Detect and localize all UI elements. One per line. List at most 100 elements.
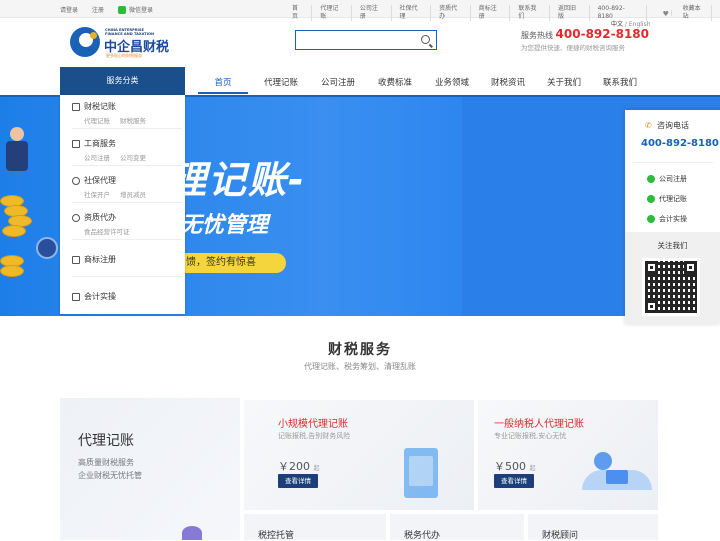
- service-card-tax-agency[interactable]: 税务代办: [390, 514, 524, 541]
- service-category-menu: 财税记账 代理记账 财税服务 工商服务 公司注册 公司变更 社保代理 社保开户 增员减…: [60, 95, 185, 314]
- nav-pricing[interactable]: 收费标准: [366, 76, 424, 94]
- banner-subline: 无忧管理: [180, 213, 269, 238]
- card-title: 财税顾问: [542, 531, 579, 541]
- consult-link-bookkeeping[interactable]: 代理记账: [647, 194, 687, 204]
- menu-divider: [72, 128, 182, 129]
- logo-english: CHINA ENTERPRISE FINANCE AND TAXATION: [105, 28, 155, 36]
- card-desc: 专业记账报税,安心无忧: [494, 432, 567, 440]
- menu-sub-link[interactable]: 代理记账: [84, 115, 110, 125]
- qr-pattern: [645, 261, 697, 313]
- logo-slogan: 更多贴心的财税服务: [106, 53, 142, 58]
- nav-bookkeeping[interactable]: 代理记账: [252, 76, 310, 94]
- service-card-tax-advisor[interactable]: 财税顾问: [528, 514, 658, 541]
- view-details-button[interactable]: 查看详情: [278, 474, 318, 488]
- search-input[interactable]: [295, 30, 437, 50]
- service-category-button[interactable]: 服务分类: [60, 67, 185, 95]
- wechat-login-link[interactable]: 微信登录: [118, 5, 153, 14]
- follow-us-label: 关注我们: [657, 241, 688, 250]
- phone-icon: ✆: [645, 120, 652, 130]
- menu-item-title: 商标注册: [84, 255, 116, 264]
- nav-contact[interactable]: 联系我们: [592, 76, 648, 94]
- menu-item-accounting-practice[interactable]: 会计实操: [72, 291, 182, 302]
- ledger-book-icon: [404, 448, 438, 498]
- consult-title: 咨询电话: [657, 121, 689, 130]
- nav-about[interactable]: 关于我们: [536, 76, 592, 94]
- top-link-old-version[interactable]: 返回旧版: [550, 5, 590, 21]
- card-title: 税控托管: [258, 531, 295, 541]
- globe-icon: [72, 213, 80, 222]
- coin-icon: [0, 265, 24, 277]
- top-link-contact[interactable]: 联系我们: [510, 5, 550, 21]
- pen-icon: [72, 292, 80, 301]
- logo-emblem-icon: [70, 27, 100, 57]
- qr-finder: [645, 261, 658, 274]
- service-card-general-taxpayer[interactable]: 一般纳税人代理记账 专业记账报税,安心无忧 ￥500 起 查看详情: [478, 400, 658, 510]
- consult-link-company-registration[interactable]: 公司注册: [647, 174, 687, 184]
- consult-phone[interactable]: 400-892-8180: [641, 138, 719, 149]
- nav-company-registration[interactable]: 公司注册: [310, 76, 366, 94]
- menu-sub-link[interactable]: 食品经营许可证: [84, 226, 130, 236]
- logo-dot: [90, 32, 97, 39]
- nav-business[interactable]: 业务领域: [424, 76, 480, 94]
- businessman-figure: [6, 141, 28, 171]
- top-link-social-security[interactable]: 社保代理: [392, 5, 432, 21]
- hotline-subtitle: 为您提供快速、便捷的财税咨询服务: [521, 44, 625, 52]
- trademark-icon: [72, 255, 80, 264]
- section-subtitle: 代理记账、税务筹划、清理乱账: [304, 362, 416, 371]
- search-icon[interactable]: [421, 35, 430, 44]
- site-logo[interactable]: CHINA ENTERPRISE FINANCE AND TAXATION 中企…: [70, 26, 180, 60]
- credit-card-icon: [606, 470, 628, 484]
- top-link-bookkeeping[interactable]: 代理记账: [312, 5, 352, 21]
- qr-code: [642, 258, 700, 316]
- service-card-small-scale[interactable]: 小规模代理记账 记账报税,告别财务风险 ￥200 起 查看详情: [244, 400, 474, 510]
- top-link-home[interactable]: 首页: [284, 5, 313, 21]
- favorite-link[interactable]: ♥ 收藏本站: [647, 5, 720, 21]
- hotline-number[interactable]: 400-892-8180: [556, 27, 649, 41]
- qr-finder: [684, 261, 697, 274]
- top-link-trademark[interactable]: 商标注册: [471, 5, 511, 21]
- main-nav: 首页 代理记账 公司注册 收费标准 业务领域 财税资讯 关于我们 联系我们: [198, 76, 648, 94]
- wechat-icon: [647, 175, 655, 183]
- menu-sub-link[interactable]: 公司变更: [120, 152, 146, 162]
- menu-item-business-services[interactable]: 工商服务 公司注册 公司变更: [72, 138, 182, 162]
- card-price: ￥500 起: [494, 458, 536, 474]
- menu-sub-link[interactable]: 增员减员: [120, 189, 146, 199]
- alarm-clock-icon: [36, 237, 58, 259]
- consult-divider: [633, 162, 713, 163]
- menu-item-trademark[interactable]: 商标注册: [72, 254, 182, 265]
- menu-item-social-security[interactable]: 社保代理 社保开户 增员减员: [72, 175, 182, 199]
- section-title: 财税服务: [328, 342, 392, 358]
- main-card-desc-line: 高质量财税服务: [78, 458, 134, 467]
- wechat-icon: [647, 195, 655, 203]
- service-card-tax-control[interactable]: 税控托管: [244, 514, 386, 541]
- menu-item-title: 会计实操: [84, 292, 116, 301]
- nav-home[interactable]: 首页: [198, 76, 248, 94]
- banner-headline: 理记账-: [168, 158, 306, 202]
- menu-item-tax-bookkeeping[interactable]: 财税记账 代理记账 财税服务: [72, 101, 182, 125]
- top-link-qualification[interactable]: 资质代办: [431, 5, 471, 21]
- menu-divider: [72, 165, 182, 166]
- document-icon: [72, 102, 80, 111]
- menu-sub-link[interactable]: 财税服务: [120, 115, 146, 125]
- menu-sub-link[interactable]: 公司注册: [84, 152, 110, 162]
- consult-link-accounting[interactable]: 会计实操: [647, 214, 687, 224]
- card-title: 税务代办: [404, 531, 441, 541]
- menu-item-qualification[interactable]: 资质代办 食品经营许可证: [72, 212, 182, 236]
- heart-icon: ♥: [655, 10, 672, 18]
- view-details-button[interactable]: 查看详情: [494, 474, 534, 488]
- hotline: 服务热线 400-892-8180: [521, 27, 649, 41]
- user-icon: [72, 176, 80, 185]
- wechat-icon: [118, 5, 127, 14]
- consult-float-panel: ✆ 咨询电话 400-892-8180 公司注册 代理记账 会计实操 关注我们: [625, 110, 720, 324]
- nav-news[interactable]: 财税资讯: [480, 76, 536, 94]
- qr-finder: [645, 300, 658, 313]
- main-card-desc: 高质量财税服务 企业财税无忧托管: [78, 456, 142, 482]
- service-card-main[interactable]: 代理记账 高质量财税服务 企业财税无忧托管: [60, 398, 240, 540]
- price-unit: 起: [529, 465, 536, 472]
- register-link[interactable]: 注册: [92, 5, 104, 14]
- top-link-company-registration[interactable]: 公司注册: [352, 5, 392, 21]
- login-link[interactable]: 请登录: [60, 5, 78, 14]
- main-card-title: 代理记账: [78, 433, 134, 449]
- menu-sub-link[interactable]: 社保开户: [84, 189, 110, 199]
- menu-divider: [72, 202, 182, 203]
